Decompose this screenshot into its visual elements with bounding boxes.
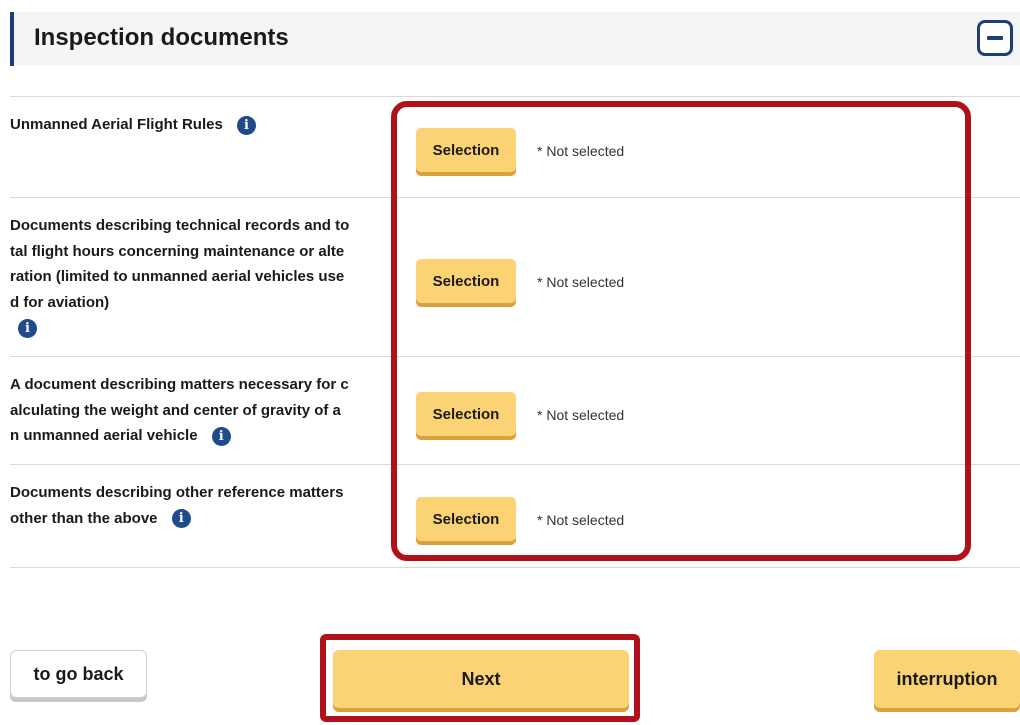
document-label-line: Documents describing technical records a… [10,217,350,234]
collapse-button[interactable] [977,20,1013,56]
selection-status: * Not selected [537,407,625,423]
section-header: Inspection documents [10,12,1020,66]
document-label-line: n unmanned aerial vehicle [10,427,198,444]
document-label-line: tal flight hours concerning maintenance … [10,242,345,260]
selection-button[interactable]: Selection [416,392,516,436]
document-label-line: alculating the weight and center of grav… [10,401,341,419]
minus-icon [987,36,1003,40]
selection-button[interactable]: Selection [416,497,516,541]
divider [10,567,1020,568]
next-button[interactable]: Next [333,650,629,708]
divider [10,197,1020,198]
selection-status: * Not selected [537,274,625,290]
document-label-line: A document describing matters necessary … [10,376,349,393]
document-label: Unmanned Aerial Flight Rules i [10,112,375,138]
info-icon[interactable]: i [236,115,256,135]
interruption-button[interactable]: interruption [874,650,1020,708]
document-label: Documents describing other reference mat… [10,480,375,531]
document-label: Documents describing technical records a… [10,213,375,341]
divider [10,96,1020,97]
document-label: A document describing matters necessary … [10,372,375,449]
document-label-line: other than the above [10,509,158,527]
section-title: Inspection documents [34,24,289,51]
selection-button[interactable]: Selection [416,128,516,172]
info-icon[interactable]: i [18,318,37,338]
info-icon[interactable]: i [211,426,231,446]
divider [10,356,1020,357]
divider [10,464,1020,465]
selection-button[interactable]: Selection [416,259,516,303]
document-label-line: Documents describing other reference mat… [10,484,344,501]
info-icon[interactable]: i [171,509,191,529]
selection-status: * Not selected [537,143,625,159]
selection-status: * Not selected [537,512,625,528]
go-back-button[interactable]: to go back [10,650,147,698]
document-label-line: ration (limited to unmanned aerial vehic… [10,268,345,285]
document-label-line: Unmanned Aerial Flight Rules [10,116,223,133]
document-label-line: d for aviation) [10,293,110,311]
